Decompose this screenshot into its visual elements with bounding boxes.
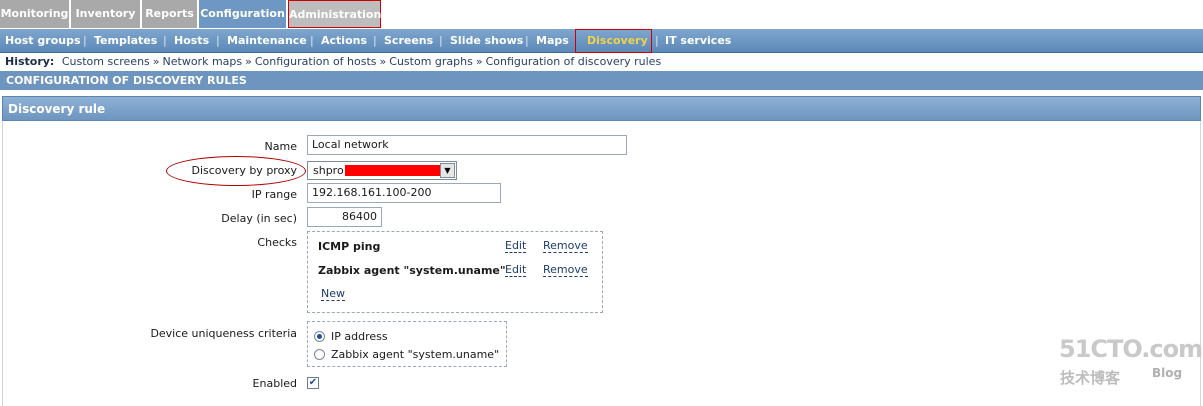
chevron-down-icon[interactable]: ▼ [440,163,455,178]
history-item[interactable]: Custom screens [62,55,150,68]
tab-administration[interactable]: Administration [288,0,381,28]
history-item[interactable]: Network maps [163,55,243,68]
checks-label: Checks [257,236,297,249]
submenu-hosts[interactable]: Hosts [174,29,209,53]
history-label: History: [5,55,55,68]
sub-menu: Host groups | Templates | Hosts | Mainte… [0,29,1203,53]
submenu-separator: | [373,34,377,47]
top-menu: Monitoring Inventory Reports Configurati… [0,0,1203,28]
page-title: CONFIGURATION OF DISCOVERY RULES [0,71,1203,90]
submenu-separator: | [525,34,529,47]
ip-range-input[interactable]: 192.168.161.100-200 [307,183,501,203]
submenu-separator: | [439,34,443,47]
criteria-radio-agent[interactable] [314,349,325,360]
criteria-group: IP address Zabbix agent "system.uname" [307,321,507,367]
history-item[interactable]: Configuration of hosts [255,55,377,68]
criteria-option-label: IP address [331,330,388,343]
remove-check-link[interactable]: Remove [543,264,588,277]
check-name: Zabbix agent "system.uname" [318,264,506,277]
check-name: ICMP ping [318,240,381,253]
watermark-subtitle: 技术博客 [1060,369,1121,387]
remove-check-link[interactable]: Remove [543,240,588,253]
redaction-mark [345,165,441,176]
criteria-option-label: Zabbix agent "system.uname" [331,348,500,361]
delay-label: Delay (in sec) [221,212,297,225]
submenu-separator: | [83,34,87,47]
ip-range-label: IP range [251,188,297,201]
history-separator: » [475,55,483,68]
proxy-highlight [166,156,306,186]
edit-check-link[interactable]: Edit [505,264,527,277]
history-item[interactable]: Configuration of discovery rules [486,55,662,68]
tab-reports[interactable]: Reports [142,0,198,28]
submenu-actions[interactable]: Actions [321,29,367,53]
submenu-separator: | [163,34,167,47]
submenu-separator: | [655,34,659,47]
enabled-checkbox[interactable]: ✔ [307,377,319,389]
criteria-radio-ip[interactable] [314,331,325,342]
submenu-templates[interactable]: Templates [94,29,157,53]
tab-configuration[interactable]: Configuration [199,0,287,28]
submenu-slide-shows[interactable]: Slide shows [450,29,523,53]
delay-input[interactable]: 86400 [307,207,382,227]
submenu-it-services[interactable]: IT services [665,29,731,53]
watermark-logo: 51CTO.com [1059,335,1203,363]
criteria-label: Device uniqueness criteria [150,327,297,340]
submenu-maps[interactable]: Maps [536,29,569,53]
new-check-link[interactable]: New [321,288,345,301]
history-separator: » [379,55,387,68]
watermark-blog: Blog [1152,366,1183,380]
tab-inventory[interactable]: Inventory [71,0,141,28]
history-separator: » [152,55,160,68]
enabled-label: Enabled [252,377,297,390]
history-bar: History: Custom screens» Network maps» Con… [0,53,1203,70]
form-title: Discovery rule [2,96,1201,121]
name-label: Name [264,140,297,153]
submenu-separator: | [310,34,314,47]
name-input[interactable]: Local network [307,135,627,155]
submenu-discovery[interactable]: Discovery [587,29,648,53]
tab-monitoring[interactable]: Monitoring [0,0,70,28]
proxy-selected-value: shpro [313,164,344,177]
history-item[interactable]: Custom graphs [389,55,473,68]
submenu-maintenance[interactable]: Maintenance [227,29,307,53]
checks-list: ICMP ping Edit Remove Zabbix agent "syst… [307,231,603,313]
submenu-host-groups[interactable]: Host groups [5,29,81,53]
submenu-screens[interactable]: Screens [384,29,433,53]
edit-check-link[interactable]: Edit [505,240,527,253]
proxy-select[interactable]: shpro ▼ [307,161,457,180]
history-separator: » [245,55,252,68]
submenu-separator: | [216,34,220,47]
